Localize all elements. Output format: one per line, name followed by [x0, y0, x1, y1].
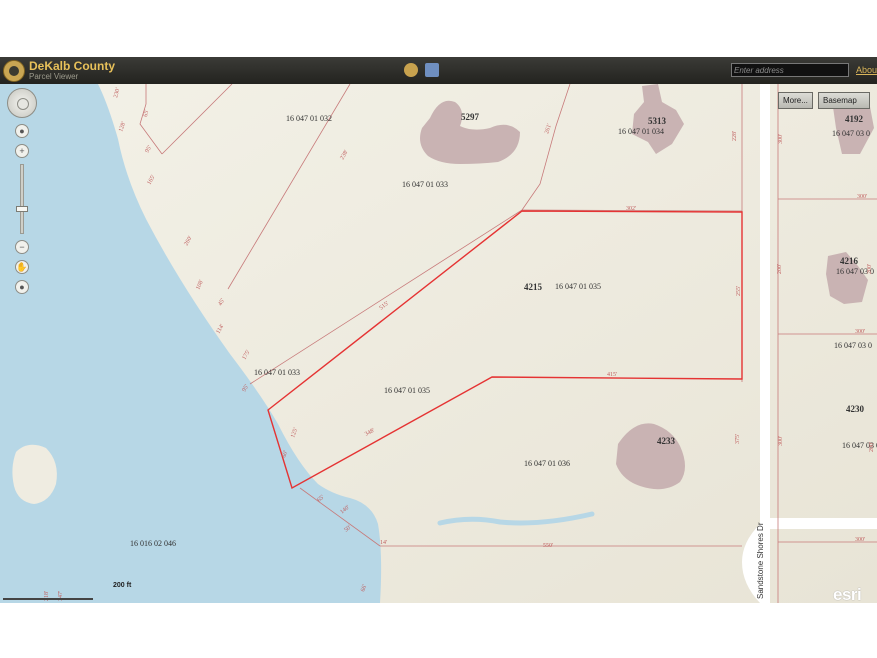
print-tool-icon[interactable]	[425, 63, 439, 77]
app-title: DeKalb County	[29, 59, 116, 73]
dimension-label: 200'	[777, 264, 783, 274]
address-label: 4230	[846, 404, 865, 414]
dimension-label: 550'	[543, 543, 553, 549]
pan-compass-icon[interactable]	[7, 88, 37, 118]
parcel-id-label: 16 047 03 0	[834, 341, 872, 350]
parcel-id-label: 16 047 01 033	[402, 180, 448, 189]
address-label: 5313	[648, 116, 667, 126]
scale-bar	[3, 595, 95, 601]
dimension-label: 300'	[778, 436, 784, 446]
dimension-label: 300'	[855, 329, 865, 335]
dimension-label: 200'	[869, 442, 875, 452]
dimension-label: 255'	[736, 286, 742, 296]
dimension-label: 415'	[607, 372, 617, 378]
measure-tool-icon[interactable]	[404, 63, 418, 77]
road-name-label: Sandstone Shores Dr	[756, 522, 765, 599]
parcel-id-label: 16 047 01 034	[618, 127, 664, 136]
dimension-label: 65'	[143, 109, 150, 117]
address-label: 4233	[657, 436, 676, 446]
about-link[interactable]: About	[856, 65, 877, 75]
parcel-id-label: 16 047 01 035	[384, 386, 430, 395]
road-cul-de-sac-edge	[770, 518, 877, 529]
dimension-label: 375'	[735, 434, 741, 444]
dimension-label: 302'	[626, 206, 636, 212]
dimension-label: 300'	[778, 134, 784, 144]
parcel-id-label: 16 047 01 032	[286, 114, 332, 123]
address-search-input[interactable]: Enter address	[731, 63, 849, 77]
scale-bar-label: 200 ft	[113, 582, 132, 589]
navigation-control: ● + − ✋ ●	[5, 88, 39, 298]
hand-icon[interactable]: ✋	[15, 260, 29, 274]
full-extent-icon[interactable]: ●	[15, 124, 29, 138]
top-toolbar: DeKalb County Parcel Viewer Enter addres…	[0, 57, 877, 84]
dimension-label: 228'	[732, 131, 738, 141]
parcel-id-label: 16 047 01 033	[254, 368, 300, 377]
esri-logo: esri	[833, 585, 862, 603]
address-label: 4216	[840, 256, 859, 266]
zoom-in-icon[interactable]: +	[15, 144, 29, 158]
dimension-label: 300'	[857, 194, 867, 200]
parcel-id-label: 16 047 01 035	[555, 282, 601, 291]
globe-icon[interactable]: ●	[15, 280, 29, 294]
zoom-slider-thumb[interactable]	[16, 206, 28, 212]
app-subtitle: Parcel Viewer	[29, 72, 79, 81]
map-viewer: DeKalb County Parcel Viewer Enter addres…	[0, 57, 877, 603]
address-label: 4192	[845, 114, 864, 124]
parcel-id-label: 16 016 02 046	[130, 539, 176, 548]
address-label: 4215	[524, 282, 543, 292]
address-label: 5297	[461, 112, 480, 122]
parcel-id-label: 16 047 01 036	[524, 459, 570, 468]
map-canvas[interactable]: 16 047 01 032 16 047 01 033 16 047 01 03…	[0, 84, 877, 603]
dimension-label: 200'	[867, 264, 873, 274]
parcel-id-label: 16 047 03 0	[832, 129, 870, 138]
dimension-label: 300'	[855, 537, 865, 543]
dimension-label: 14'	[380, 540, 387, 546]
county-seal-icon[interactable]	[3, 60, 25, 82]
zoom-slider-track[interactable]	[20, 164, 24, 234]
more-button[interactable]: More...	[778, 92, 813, 109]
zoom-out-icon[interactable]: −	[15, 240, 29, 254]
basemap-button[interactable]: Basemap	[818, 92, 870, 109]
